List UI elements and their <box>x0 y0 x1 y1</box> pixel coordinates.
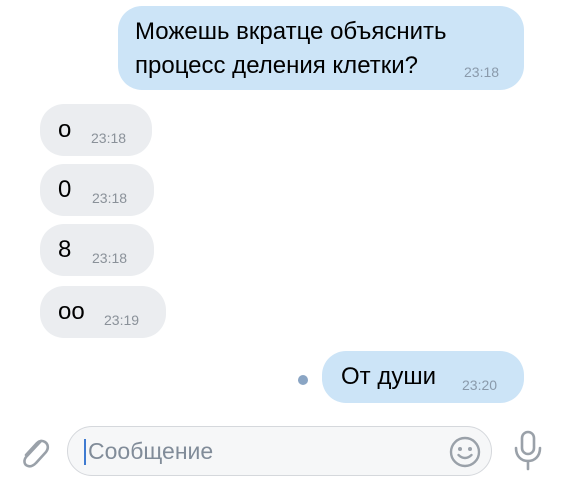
incoming-message[interactable]: 8 23:18 <box>40 224 154 276</box>
message-time: 23:18 <box>91 130 127 146</box>
paperclip-icon[interactable] <box>16 432 52 472</box>
message-time: 23:18 <box>92 190 128 206</box>
incoming-message[interactable]: о 23:18 <box>40 104 152 156</box>
emoji-icon[interactable] <box>448 435 482 469</box>
message-text-line-1: Можешь вкратце объяснить <box>135 18 447 45</box>
message-composer: Сообщение <box>0 410 564 485</box>
message-input-placeholder: Сообщение <box>88 438 214 464</box>
message-time: 23:19 <box>104 312 140 328</box>
message-text-line-2: процесс деления клетки? <box>135 52 418 79</box>
message-time: 23:20 <box>462 377 498 393</box>
message-time: 23:18 <box>464 64 500 80</box>
message-input[interactable]: Сообщение <box>67 426 492 476</box>
message-text: От души <box>341 363 436 390</box>
incoming-message[interactable]: 0 23:18 <box>40 164 154 216</box>
unread-indicator <box>298 375 308 385</box>
message-time: 23:18 <box>92 250 128 266</box>
microphone-icon[interactable] <box>510 428 546 474</box>
message-text: 8 <box>58 236 72 263</box>
message-list: Можешь вкратце объяснить процесс деления… <box>0 0 564 410</box>
message-text: о <box>58 116 72 143</box>
outgoing-message[interactable]: Можешь вкратце объяснить процесс деления… <box>118 6 524 90</box>
message-text: 0 <box>58 176 72 203</box>
message-text: оо <box>58 298 85 325</box>
outgoing-message[interactable]: От души 23:20 <box>322 351 524 403</box>
text-cursor <box>84 439 86 465</box>
incoming-message[interactable]: оо 23:19 <box>40 286 166 338</box>
